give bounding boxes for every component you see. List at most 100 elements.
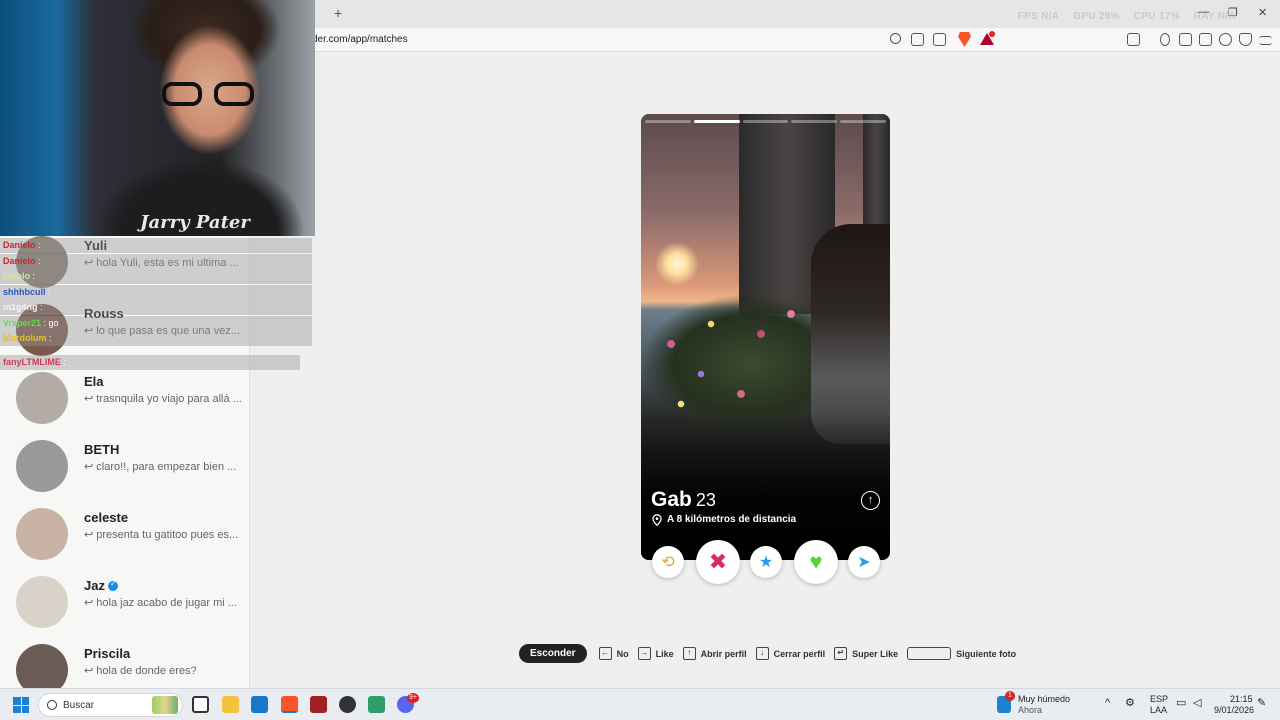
- reader-icon[interactable]: [1127, 33, 1140, 46]
- chat-text: :: [60, 356, 66, 367]
- hint-label: Super Like: [852, 648, 899, 659]
- avatar[interactable]: [16, 644, 68, 688]
- brave-shields-icon[interactable]: [958, 32, 971, 47]
- webcam-shirt-text: Jarry Pater: [140, 212, 250, 233]
- location-icon[interactable]: [890, 33, 901, 44]
- new-tab-button[interactable]: +: [334, 5, 342, 21]
- hint-label: Cerrar perfil: [773, 648, 826, 659]
- verified-badge-icon: [107, 579, 118, 591]
- volume-icon[interactable]: ◁: [1193, 698, 1201, 709]
- action-buttons: ⟲ ✖ ★ ♥ ➤: [650, 540, 880, 584]
- cast-icon[interactable]: [911, 33, 924, 46]
- reply-icon: ↩: [84, 529, 94, 541]
- boost-button[interactable]: ➤: [848, 546, 880, 578]
- restore-button[interactable]: ❐: [1228, 6, 1238, 19]
- language-layout[interactable]: LAA: [1150, 705, 1167, 716]
- file-explorer-icon[interactable]: [222, 696, 239, 713]
- key-icon: ↵: [834, 647, 848, 660]
- open-profile-icon[interactable]: ↑: [861, 491, 880, 510]
- chat-message: m1g4ng :: [0, 300, 312, 315]
- webcam-glasses: [162, 82, 262, 108]
- match-name: BETH: [84, 442, 120, 457]
- chat-text: :: [35, 255, 41, 266]
- match-item[interactable]: BETH ↩ claro!!, para empezar bien ...: [0, 438, 249, 506]
- chat-username: m1g4ng: [3, 302, 38, 312]
- avatar[interactable]: [16, 372, 68, 424]
- photo-progress-segment: [791, 120, 838, 123]
- cpu-readout: CPU 17%: [1133, 11, 1180, 22]
- match-item[interactable]: Jaz ↩ hola jaz acabo de jugar mi ...: [0, 574, 249, 642]
- match-last-message: ↩ claro!!, para empezar bien ...: [84, 461, 237, 473]
- chat-message: Mordolum :: [0, 331, 312, 346]
- match-last-message: ↩ trasnquila yo viajo para allá ...: [84, 393, 242, 405]
- super-like-icon: ★: [758, 554, 774, 571]
- profile-card[interactable]: Gab 23 A 8 kilómetros de distancia ↑: [641, 114, 890, 560]
- windows-start-icon[interactable]: [13, 697, 29, 713]
- key-icon: [907, 647, 952, 660]
- close-button[interactable]: ✕: [1258, 6, 1267, 19]
- keyboard-hint: ↵ Super Like: [834, 647, 898, 660]
- sidebar-icon[interactable]: [1179, 33, 1192, 46]
- vpn-shield-icon[interactable]: [1239, 33, 1252, 46]
- nope-icon: ✖: [708, 549, 728, 574]
- share-icon[interactable]: [933, 33, 946, 46]
- match-item[interactable]: Ela ↩ trasnquila yo viajo para allá ...: [0, 370, 249, 438]
- voicemeeter-icon[interactable]: [310, 696, 327, 713]
- keyboard-hints: Esconder ← No → Like ↑ Abrir perfil ↓ Cerrar pe…: [519, 644, 1025, 663]
- webcam-overlay: Jarry Pater: [0, 0, 315, 236]
- photo-progress: [645, 120, 886, 123]
- search-highlight-image: [152, 696, 178, 714]
- clock-time[interactable]: 21:15: [1230, 694, 1253, 705]
- menu-icon[interactable]: [1259, 36, 1272, 45]
- reply-icon: ↩: [84, 665, 94, 677]
- store-icon[interactable]: [251, 696, 268, 713]
- hide-hints-button[interactable]: Esconder: [519, 644, 587, 663]
- key-icon: ←: [598, 647, 612, 660]
- tray-expand-icon[interactable]: ^: [1105, 698, 1110, 709]
- taskbar-search[interactable]: Buscar: [38, 693, 183, 717]
- photo-progress-segment: [645, 120, 691, 123]
- rewind-icon: ⟲: [661, 554, 675, 571]
- card-gradient: [641, 414, 890, 560]
- nope-button[interactable]: ✖: [696, 540, 740, 584]
- taskbar-search-text: Buscar: [63, 700, 95, 711]
- language-code[interactable]: ESP: [1150, 694, 1168, 705]
- like-button[interactable]: ♥: [794, 540, 838, 584]
- key-icon: ↓: [755, 647, 769, 660]
- chat-text: :: [45, 286, 51, 297]
- network-icon[interactable]: ▭: [1176, 698, 1186, 709]
- obs-icon[interactable]: [339, 696, 356, 713]
- key-icon: ↑: [682, 647, 696, 660]
- notifications-icon[interactable]: ✎: [1257, 698, 1266, 709]
- weather-badge: 1: [1005, 691, 1015, 701]
- reply-icon: ↩: [84, 597, 94, 609]
- match-item[interactable]: celeste ↩ presenta tu gatitoo pues es...: [0, 506, 249, 574]
- task-view-icon[interactable]: [192, 696, 209, 713]
- chat-message: Danielo :: [0, 238, 312, 253]
- location-pin-icon: [652, 514, 662, 526]
- url-text[interactable]: der.com/app/matches: [312, 34, 408, 45]
- music-icon[interactable]: [1160, 33, 1170, 46]
- avatar[interactable]: [16, 576, 68, 628]
- hint-label: Siguiente foto: [956, 648, 1017, 659]
- reply-icon: ↩: [84, 461, 94, 473]
- match-item[interactable]: Priscila ↩ hola de donde eres?: [0, 642, 249, 688]
- super-like-button[interactable]: ★: [750, 546, 782, 578]
- brave-app-icon[interactable]: [281, 696, 298, 713]
- like-icon: ♥: [809, 549, 823, 574]
- chat-username: Danielo: [3, 240, 36, 250]
- rewind-button[interactable]: ⟲: [652, 546, 684, 578]
- notepad-icon[interactable]: [368, 696, 385, 713]
- clock-date[interactable]: 9/01/2026: [1214, 705, 1254, 716]
- avatar[interactable]: [16, 440, 68, 492]
- minimize-button[interactable]: —: [1198, 6, 1209, 18]
- match-last-message: ↩ hola jaz acabo de jugar mi ...: [84, 597, 237, 609]
- chat-message: fanyLTMLIME :: [0, 354, 300, 370]
- match-last-message: ↩ hola de donde eres?: [84, 665, 197, 677]
- avatar[interactable]: [16, 508, 68, 560]
- hint-label: Abrir perfil: [700, 648, 747, 659]
- wallet-icon[interactable]: [1199, 33, 1212, 46]
- match-last-message: ↩ presenta tu gatitoo pues es...: [84, 529, 239, 541]
- tray-network-tool-icon[interactable]: ⚙: [1125, 698, 1135, 709]
- leo-ai-icon[interactable]: [1219, 33, 1232, 46]
